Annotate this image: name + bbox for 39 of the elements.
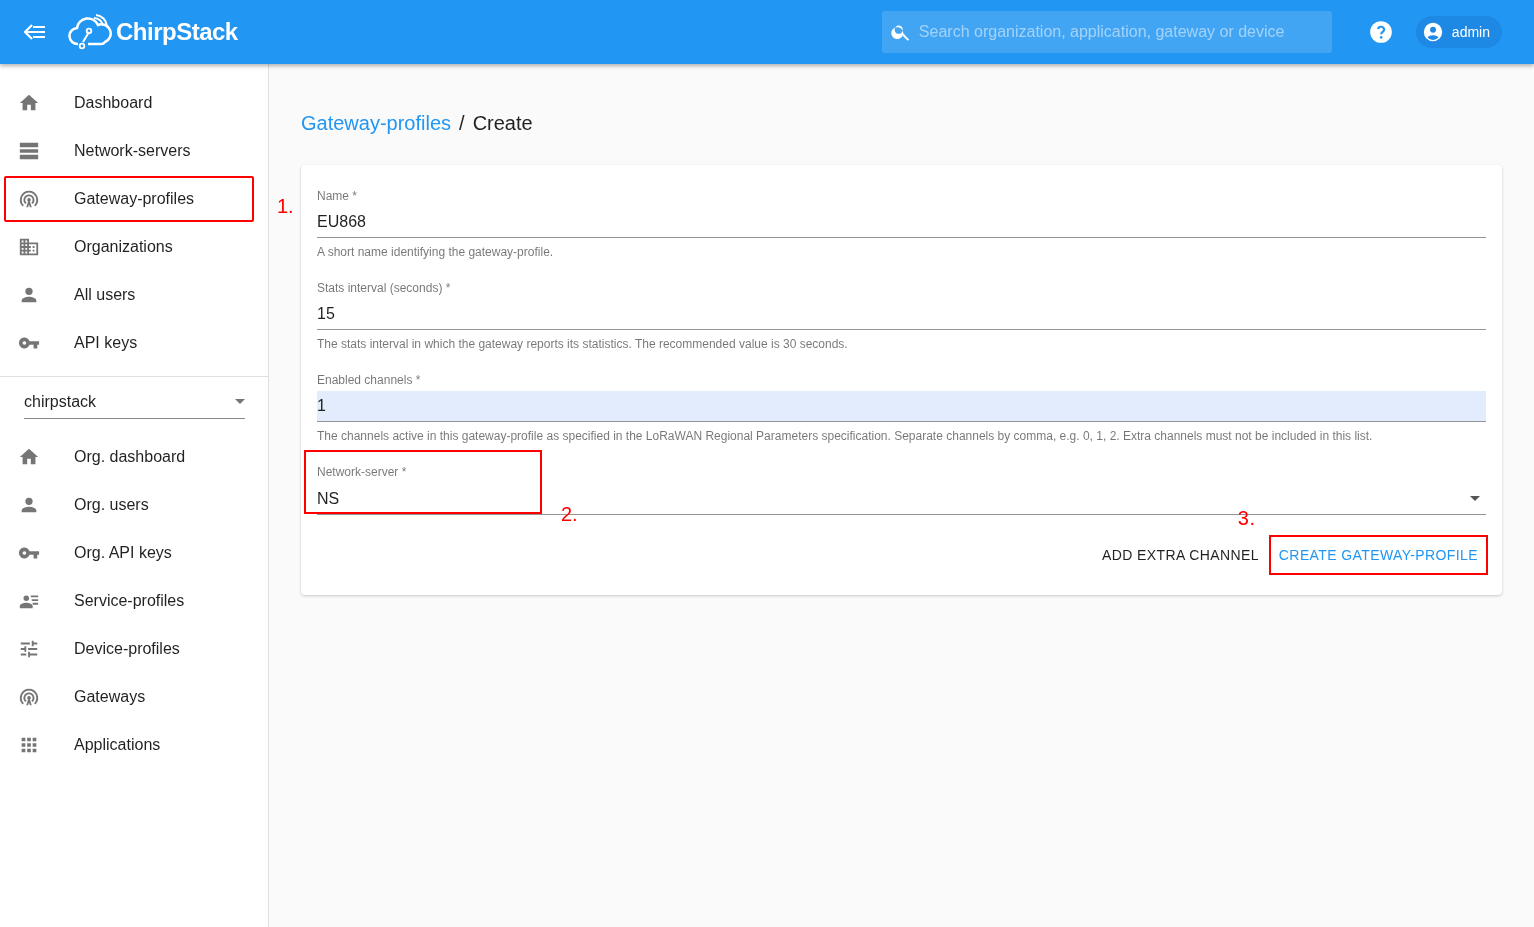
- sidebar-item[interactable]: Applications: [0, 721, 268, 769]
- field-label: Name *: [317, 189, 358, 203]
- sidebar-item[interactable]: Org. users: [0, 481, 268, 529]
- server-icon: [18, 140, 40, 162]
- field-label: Stats interval (seconds) *: [317, 281, 452, 295]
- building-icon: [18, 236, 40, 258]
- user-menu-button[interactable]: admin: [1415, 16, 1502, 48]
- helper-text: A short name identifying the gateway-profile.: [317, 245, 555, 259]
- sidebar-item[interactable]: Gateways: [0, 673, 268, 721]
- field-label: Enabled channels *: [317, 373, 422, 387]
- sidebar-item[interactable]: Organizations: [0, 223, 268, 271]
- page-title: Create: [472, 111, 533, 135]
- input-field[interactable]: EU868: [317, 207, 1486, 238]
- sidebar-item[interactable]: Dashboard: [0, 79, 268, 127]
- sliders-icon: [18, 638, 40, 660]
- sidebar-item[interactable]: Org. API keys: [0, 529, 268, 577]
- field-label: Network-server *: [317, 465, 408, 479]
- antenna-icon: [18, 188, 40, 210]
- organization-select[interactable]: chirpstack: [24, 385, 245, 419]
- account-circle-icon: [1421, 21, 1444, 43]
- helper-text: The stats interval in which the gateway reports its statistics. The recommended value is 30 seconds.: [317, 337, 849, 351]
- add-channel-button[interactable]: ADD EXTRA CHANNEL: [1097, 537, 1263, 573]
- annotation-number: 1.: [277, 195, 294, 218]
- logo-text: ChirpStack: [116, 18, 238, 46]
- breadcrumb-separator: /: [459, 111, 465, 135]
- sidebar-item[interactable]: All users: [0, 271, 268, 319]
- sidebar-item[interactable]: API keys: [0, 319, 268, 367]
- dropdown-caret-icon: [235, 399, 245, 404]
- sidebar-item[interactable]: Network-servers: [0, 127, 268, 175]
- dropdown-caret-icon: [1470, 496, 1480, 501]
- sidebar-item[interactable]: Org. dashboard: [0, 433, 268, 481]
- helper-text: The channels active in this gateway-profile as specified in the LoRaWAN Regional Parameters specification. Separate channels by comma, e.g. 0, 1, 2. Extra channels must not be included in this list.: [317, 429, 1374, 443]
- help-button[interactable]: [1367, 19, 1394, 45]
- antenna-icon: [18, 686, 40, 708]
- sidebar-item[interactable]: Service-profiles: [0, 577, 268, 625]
- input-field[interactable]: 15: [317, 299, 1486, 330]
- input-field[interactable]: 1: [317, 391, 1486, 422]
- cloud-logo-icon: [68, 14, 112, 50]
- sidebar-item[interactable]: Device-profiles: [0, 625, 268, 673]
